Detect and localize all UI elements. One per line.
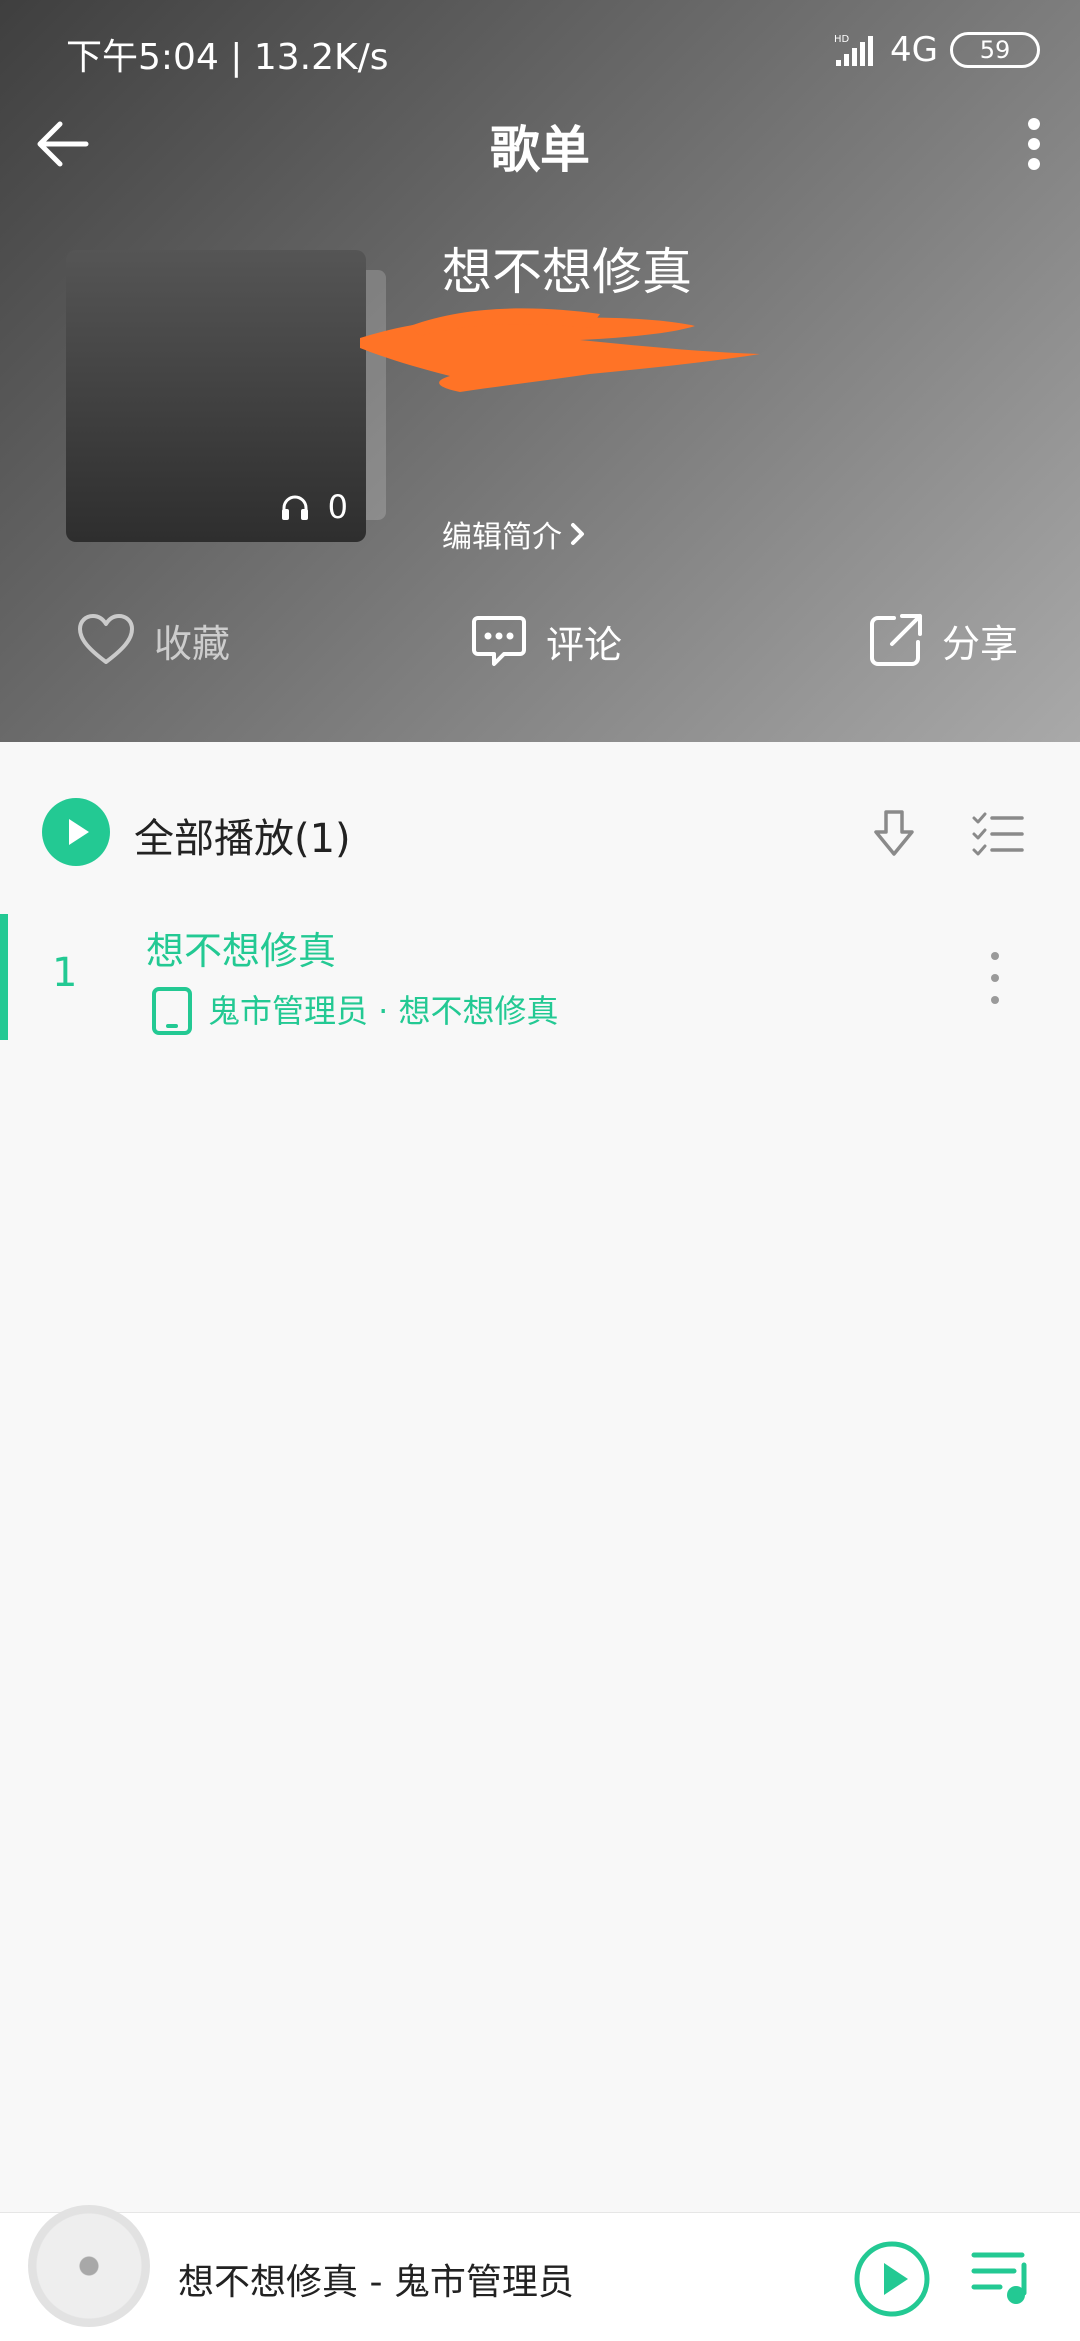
playlist-header: 下午5:04 | 13.2K/s HD 4G 59 歌单 0 想不想修真 编辑简… (0, 0, 1080, 742)
album-disc[interactable] (28, 2205, 150, 2327)
now-playing-indicator (0, 914, 8, 1040)
playlist-name: 想不想修真 (442, 243, 692, 301)
edit-intro-link[interactable]: 编辑简介 (442, 512, 588, 556)
edit-intro-label: 编辑简介 (442, 520, 562, 555)
battery-indicator: 59 (950, 32, 1040, 68)
signal-icon: HD (834, 34, 874, 66)
favorite-button[interactable]: 收藏 (76, 612, 230, 668)
download-icon[interactable] (866, 806, 922, 862)
play-icon (69, 819, 89, 845)
comment-label: 评论 (546, 622, 623, 667)
more-options-icon[interactable] (1022, 114, 1046, 174)
page-title: 歌单 (490, 121, 590, 179)
play-count: 0 (280, 488, 348, 526)
mini-player[interactable]: 想不想修真 - 鬼市管理员 (0, 2205, 1080, 2341)
favorite-label: 收藏 (154, 621, 231, 666)
play-all-label[interactable]: 全部播放(1) (134, 806, 351, 864)
multi-select-icon[interactable] (970, 806, 1026, 862)
play-count-value: 0 (327, 488, 348, 526)
playlist-queue-icon[interactable] (970, 2247, 1034, 2307)
status-bar: 下午5:04 | 13.2K/s HD 4G 59 (0, 0, 1080, 100)
network-type: 4G (890, 30, 938, 70)
play-all-button[interactable] (42, 798, 110, 866)
song-list-item[interactable]: 1 想不想修真 鬼市管理员 · 想不想修真 (0, 908, 1080, 1040)
chevron-right-icon (571, 523, 584, 545)
playlist-cover[interactable]: 0 (66, 250, 386, 542)
share-label: 分享 (942, 621, 1019, 666)
comment-icon (472, 616, 526, 666)
status-divider: | (230, 37, 254, 78)
song-title: 想不想修真 (146, 929, 337, 973)
network-speed: 13.2K/s (253, 37, 389, 78)
svg-text:HD: HD (834, 34, 850, 45)
redaction-scribble (360, 308, 760, 392)
comment-button[interactable]: 评论 (470, 612, 622, 670)
status-time: 下午5:04 (66, 37, 219, 78)
play-pause-icon[interactable] (852, 2239, 932, 2319)
play-all-row: 全部播放(1) (0, 770, 1080, 890)
nav-bar: 歌单 (0, 96, 1080, 192)
share-icon (870, 614, 922, 666)
song-index: 1 (52, 950, 78, 996)
status-right: HD 4G 59 (834, 30, 1040, 70)
action-bar: 收藏 评论 分享 (0, 612, 1080, 692)
cover-image: 0 (66, 250, 366, 542)
local-device-icon (152, 987, 192, 1035)
headphones-icon (281, 495, 308, 520)
heart-icon (78, 614, 134, 664)
song-more-icon[interactable] (986, 948, 1004, 1008)
status-left: 下午5:04 | 13.2K/s (66, 28, 389, 80)
share-button[interactable]: 分享 (868, 612, 1018, 668)
now-playing-title[interactable]: 想不想修真 - 鬼市管理员 (178, 2253, 574, 2305)
song-artist-album: 鬼市管理员 · 想不想修真 (208, 992, 559, 1030)
